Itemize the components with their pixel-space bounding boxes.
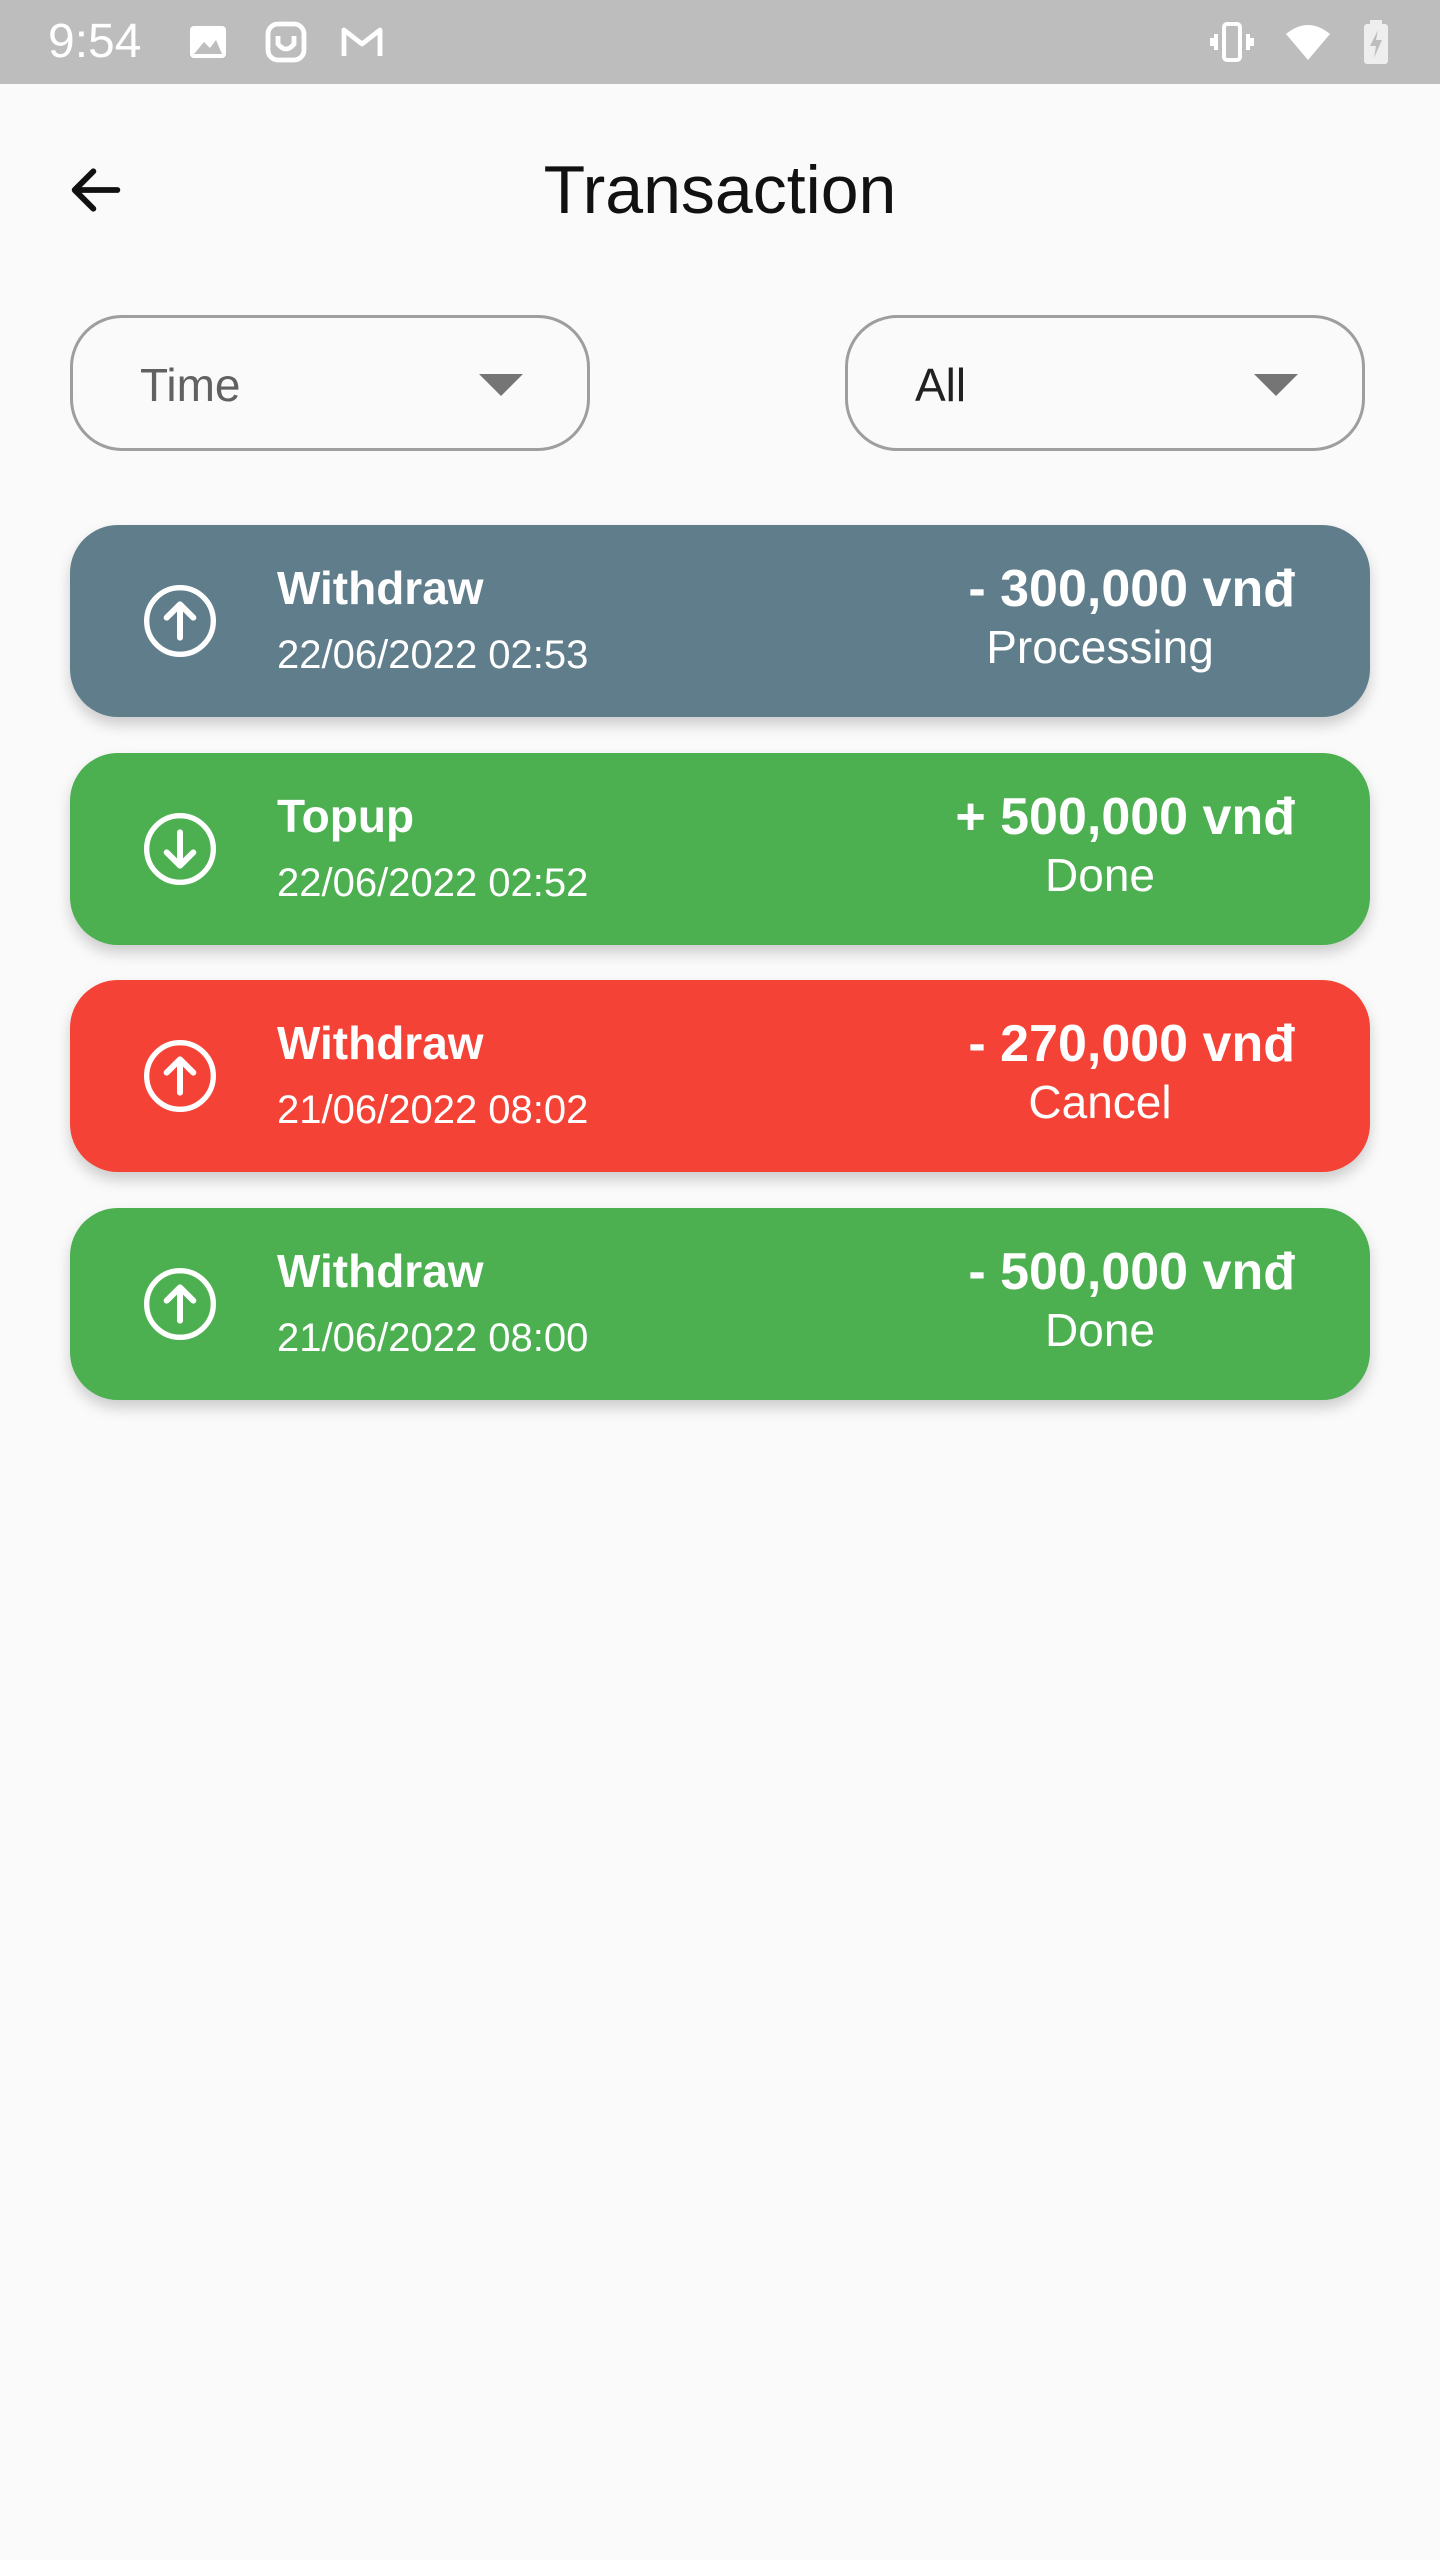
time-filter-value: Time (140, 359, 241, 411)
transaction-card[interactable]: Withdraw 22/06/2022 02:53 - 300,000 vnđ … (70, 525, 1370, 717)
transaction-amount: - 300,000 vnđ (968, 560, 1295, 618)
status-time: 9:54 (48, 15, 142, 68)
transaction-type: Topup (277, 790, 415, 842)
transaction-status: Processing (986, 621, 1214, 673)
battery-charging-icon (1352, 18, 1400, 66)
arrow-down-circle-icon (140, 809, 220, 889)
transaction-summary: - 500,000 vnđ Done (875, 1242, 1295, 1358)
transaction-status: Cancel (1028, 1076, 1172, 1128)
type-filter-value: All (915, 359, 967, 411)
notification-app-icon (262, 18, 310, 66)
transaction-type: Withdraw (277, 562, 484, 614)
page-title: Transaction (543, 152, 897, 228)
transaction-status: Done (1045, 1304, 1155, 1356)
transaction-amount: + 500,000 vnđ (955, 788, 1295, 846)
transaction-summary: + 500,000 vnđ Done (875, 787, 1295, 903)
arrow-up-circle-icon (140, 1264, 220, 1344)
transaction-type: Withdraw (277, 1245, 484, 1297)
transaction-date: 22/06/2022 02:52 (277, 861, 589, 905)
dropdown-caret-icon (1254, 374, 1298, 396)
dropdown-caret-icon (479, 374, 523, 396)
status-bar: 9:54 (0, 0, 1440, 84)
transaction-card[interactable]: Topup 22/06/2022 02:52 + 500,000 vnđ Don… (70, 753, 1370, 945)
wifi-icon (1284, 18, 1332, 66)
transaction-date: 21/06/2022 08:02 (277, 1088, 589, 1132)
image-icon (184, 18, 232, 66)
arrow-up-circle-icon (140, 1036, 220, 1116)
app-bar: Transaction (0, 84, 1440, 280)
transaction-date: 21/06/2022 08:00 (277, 1316, 589, 1360)
transaction-type: Withdraw (277, 1017, 484, 1069)
transaction-amount: - 270,000 vnđ (968, 1015, 1295, 1073)
time-filter-dropdown[interactable]: Time (70, 315, 590, 451)
transaction-summary: - 270,000 vnđ Cancel (875, 1014, 1295, 1130)
transaction-status: Done (1045, 849, 1155, 901)
transaction-amount: - 500,000 vnđ (968, 1243, 1295, 1301)
type-filter-dropdown[interactable]: All (845, 315, 1365, 451)
gmail-icon (338, 18, 386, 66)
transaction-date: 22/06/2022 02:53 (277, 633, 589, 677)
transaction-card[interactable]: Withdraw 21/06/2022 08:00 - 500,000 vnđ … (70, 1208, 1370, 1400)
arrow-up-circle-icon (140, 581, 220, 661)
transaction-card[interactable]: Withdraw 21/06/2022 08:02 - 270,000 vnđ … (70, 980, 1370, 1172)
vibrate-icon (1208, 18, 1256, 66)
transaction-summary: - 300,000 vnđ Processing (875, 559, 1295, 675)
